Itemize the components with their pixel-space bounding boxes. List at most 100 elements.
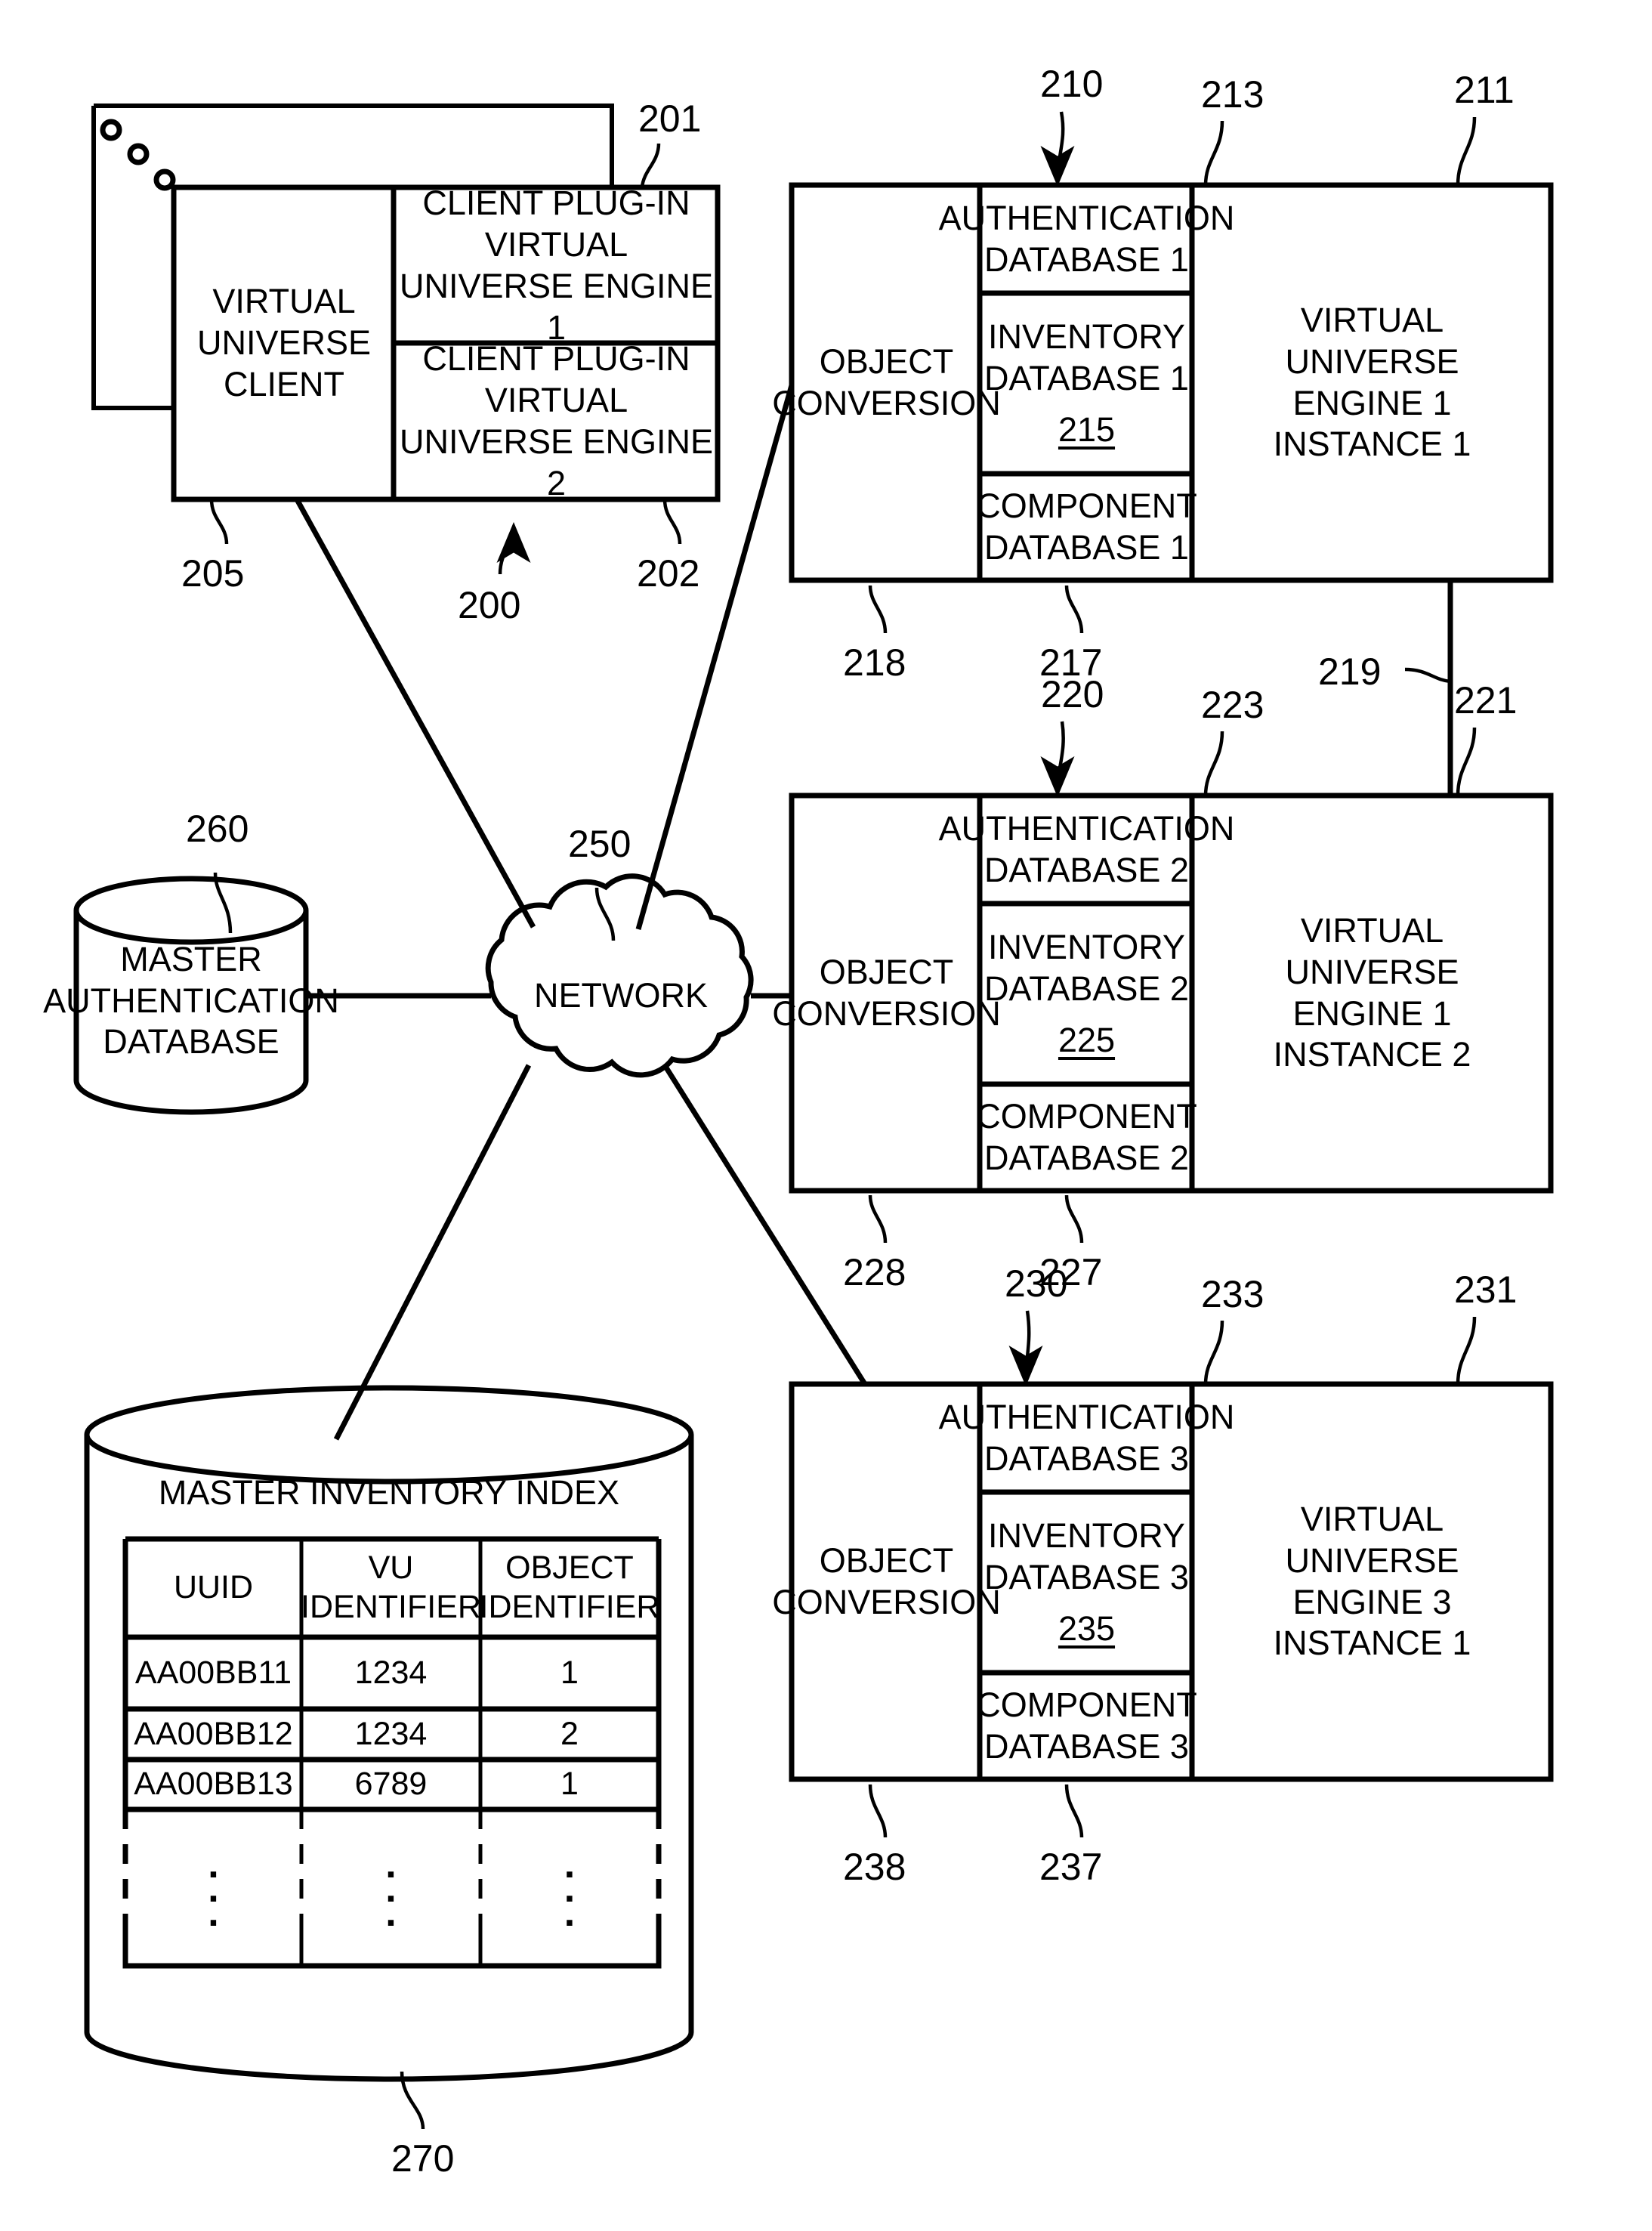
ref-205: 205 [181, 552, 244, 595]
ref-218-text: 218 [843, 641, 906, 684]
eng1-line-1: VIRTUAL [1300, 300, 1444, 339]
auth2-line-2: DATABASE 2 [984, 851, 1189, 889]
ref-200-text: 200 [458, 584, 521, 626]
eng3-line-4: INSTANCE 1 [1273, 1624, 1471, 1663]
inv1-ref-215: 215 [1058, 410, 1116, 450]
ref-260: 260 [186, 807, 249, 851]
ref-250: 250 [568, 822, 631, 866]
header-vu-l2: IDENTIFIER [301, 1589, 481, 1625]
table-header-object-identifier: OBJECT IDENTIFIER [479, 1540, 660, 1636]
auth3-line-1: AUTHENTICATION [938, 1398, 1235, 1437]
ref-250-text: 250 [568, 823, 631, 865]
master-inventory-index-title: MASTER INVENTORY INDEX [113, 1469, 665, 1516]
inventory-database-2-label: INVENTORY DATABASE 2 225 [983, 905, 1190, 1083]
cp1-line-1: CLIENT PLUG-IN [422, 184, 690, 223]
eng3-line-1: VIRTUAL [1300, 1499, 1444, 1538]
ref-237: 237 [1039, 1845, 1102, 1889]
table-header-vu-identifier: VU IDENTIFIER [301, 1540, 481, 1636]
ref-201: 201 [638, 97, 701, 141]
header-uuid-text: UUID [173, 1569, 254, 1606]
eng2-line-1: VIRTUAL [1300, 910, 1444, 950]
header-obj-l2: IDENTIFIER [479, 1589, 660, 1625]
ref-211-text: 211 [1454, 69, 1515, 111]
ref-219-text: 219 [1318, 650, 1382, 693]
cell-obj-1: 2 [560, 1715, 579, 1752]
ref-221: 221 [1454, 678, 1517, 722]
ref-211: 211 [1454, 68, 1515, 112]
authentication-database-1-label: AUTHENTICATION DATABASE 1 [939, 187, 1235, 292]
mauth-line-1: MASTER [120, 939, 262, 978]
eng1-line-3: ENGINE 1 [1292, 383, 1452, 422]
cp1-line-2: VIRTUAL [484, 225, 628, 264]
table-row: 1234 [303, 1710, 479, 1758]
ref-219: 219 [1318, 650, 1381, 694]
vuc-line-2: UNIVERSE [196, 323, 372, 363]
auth2-line-1: AUTHENTICATION [938, 809, 1235, 848]
cell-vu-1: 1234 [354, 1715, 428, 1752]
table-header-uuid: UUID [127, 1540, 300, 1636]
ref-270-text: 270 [391, 2137, 455, 2180]
oc1-line-2: CONVERSION [772, 383, 1001, 422]
table-ellipsis-vu: ... [385, 1842, 397, 1936]
header-obj-l1: OBJECT [505, 1550, 634, 1587]
cp2-line-2: VIRTUAL [484, 381, 628, 420]
ref-238-text: 238 [843, 1846, 906, 1888]
cell-vu-2: 6789 [354, 1766, 428, 1803]
ref-202: 202 [637, 552, 699, 595]
ref-230-text: 230 [1005, 1262, 1068, 1305]
inv3-line-2: DATABASE 3 [984, 1557, 1189, 1596]
ref-233-text: 233 [1201, 1273, 1264, 1315]
table-ellipsis-uuid: ... [208, 1842, 219, 1936]
cell-obj-0: 1 [560, 1654, 579, 1691]
ref-213: 213 [1201, 73, 1264, 116]
cell-vu-0: 1234 [354, 1654, 428, 1691]
ref-223: 223 [1201, 683, 1264, 727]
virtual-universe-engine-1-instance-2-label: VIRTUAL UNIVERSE ENGINE 1 INSTANCE 2 [1195, 796, 1549, 1191]
oc2-line-1: OBJECT [819, 952, 954, 991]
eng3-line-3: ENGINE 3 [1292, 1582, 1452, 1621]
cell-uuid-0: AA00BB11 [134, 1654, 292, 1691]
ref-270: 270 [391, 2137, 454, 2180]
cell-obj-2: 1 [560, 1766, 579, 1803]
network-label: NETWORK [494, 971, 748, 1021]
comp3-line-2: DATABASE 3 [984, 1727, 1189, 1766]
authentication-database-2-label: AUTHENTICATION DATABASE 2 [939, 797, 1235, 903]
table-row: 1 [482, 1639, 657, 1707]
cp1-line-3: UNIVERSE ENGINE 1 [399, 267, 714, 347]
mii-title-text: MASTER INVENTORY INDEX [158, 1472, 620, 1512]
eng1-line-2: UNIVERSE [1285, 341, 1459, 381]
oc2-line-2: CONVERSION [772, 993, 1001, 1033]
cell-uuid-1: AA00BB12 [134, 1715, 293, 1752]
component-database-3-label: COMPONENT DATABASE 3 [976, 1674, 1197, 1778]
ref-220-text: 220 [1041, 673, 1104, 715]
network-text: NETWORK [534, 975, 708, 1015]
inv3-ref-235: 235 [1058, 1609, 1116, 1649]
comp3-line-1: COMPONENT [976, 1686, 1197, 1725]
auth1-line-2: DATABASE 1 [984, 240, 1189, 279]
vuc-line-1: VIRTUAL [212, 282, 356, 321]
eng2-line-3: ENGINE 1 [1292, 993, 1452, 1033]
cp2-line-3: UNIVERSE ENGINE 2 [399, 422, 714, 502]
client-plugin-engine-1-label: CLIENT PLUG-IN VIRTUAL UNIVERSE ENGINE 1 [397, 184, 716, 347]
mauth-line-3: DATABASE [103, 1022, 279, 1061]
ref-201-text: 201 [638, 97, 702, 140]
ref-200: 200 [458, 583, 520, 627]
inv2-line-1: INVENTORY [988, 927, 1185, 966]
object-conversion-3-label: OBJECT CONVERSION [772, 1384, 1001, 1779]
ref-238: 238 [843, 1845, 906, 1889]
ref-228-text: 228 [843, 1251, 906, 1293]
table-row: AA00BB13 [127, 1761, 300, 1808]
oc3-line-1: OBJECT [819, 1540, 954, 1580]
comp2-line-1: COMPONENT [976, 1097, 1197, 1136]
ref-230: 230 [1005, 1262, 1067, 1306]
ref-202-text: 202 [637, 552, 700, 595]
ref-223-text: 223 [1201, 684, 1264, 726]
header-vu-l1: VU [368, 1550, 414, 1587]
table-row: 6789 [303, 1761, 479, 1808]
oc3-line-2: CONVERSION [772, 1582, 1001, 1621]
auth1-line-1: AUTHENTICATION [938, 199, 1235, 238]
client-plugin-engine-2-label: CLIENT PLUG-IN VIRTUAL UNIVERSE ENGINE 2 [397, 339, 716, 502]
ref-210-text: 210 [1040, 63, 1104, 105]
oc1-line-1: OBJECT [819, 341, 954, 381]
ref-213-text: 213 [1201, 73, 1264, 116]
